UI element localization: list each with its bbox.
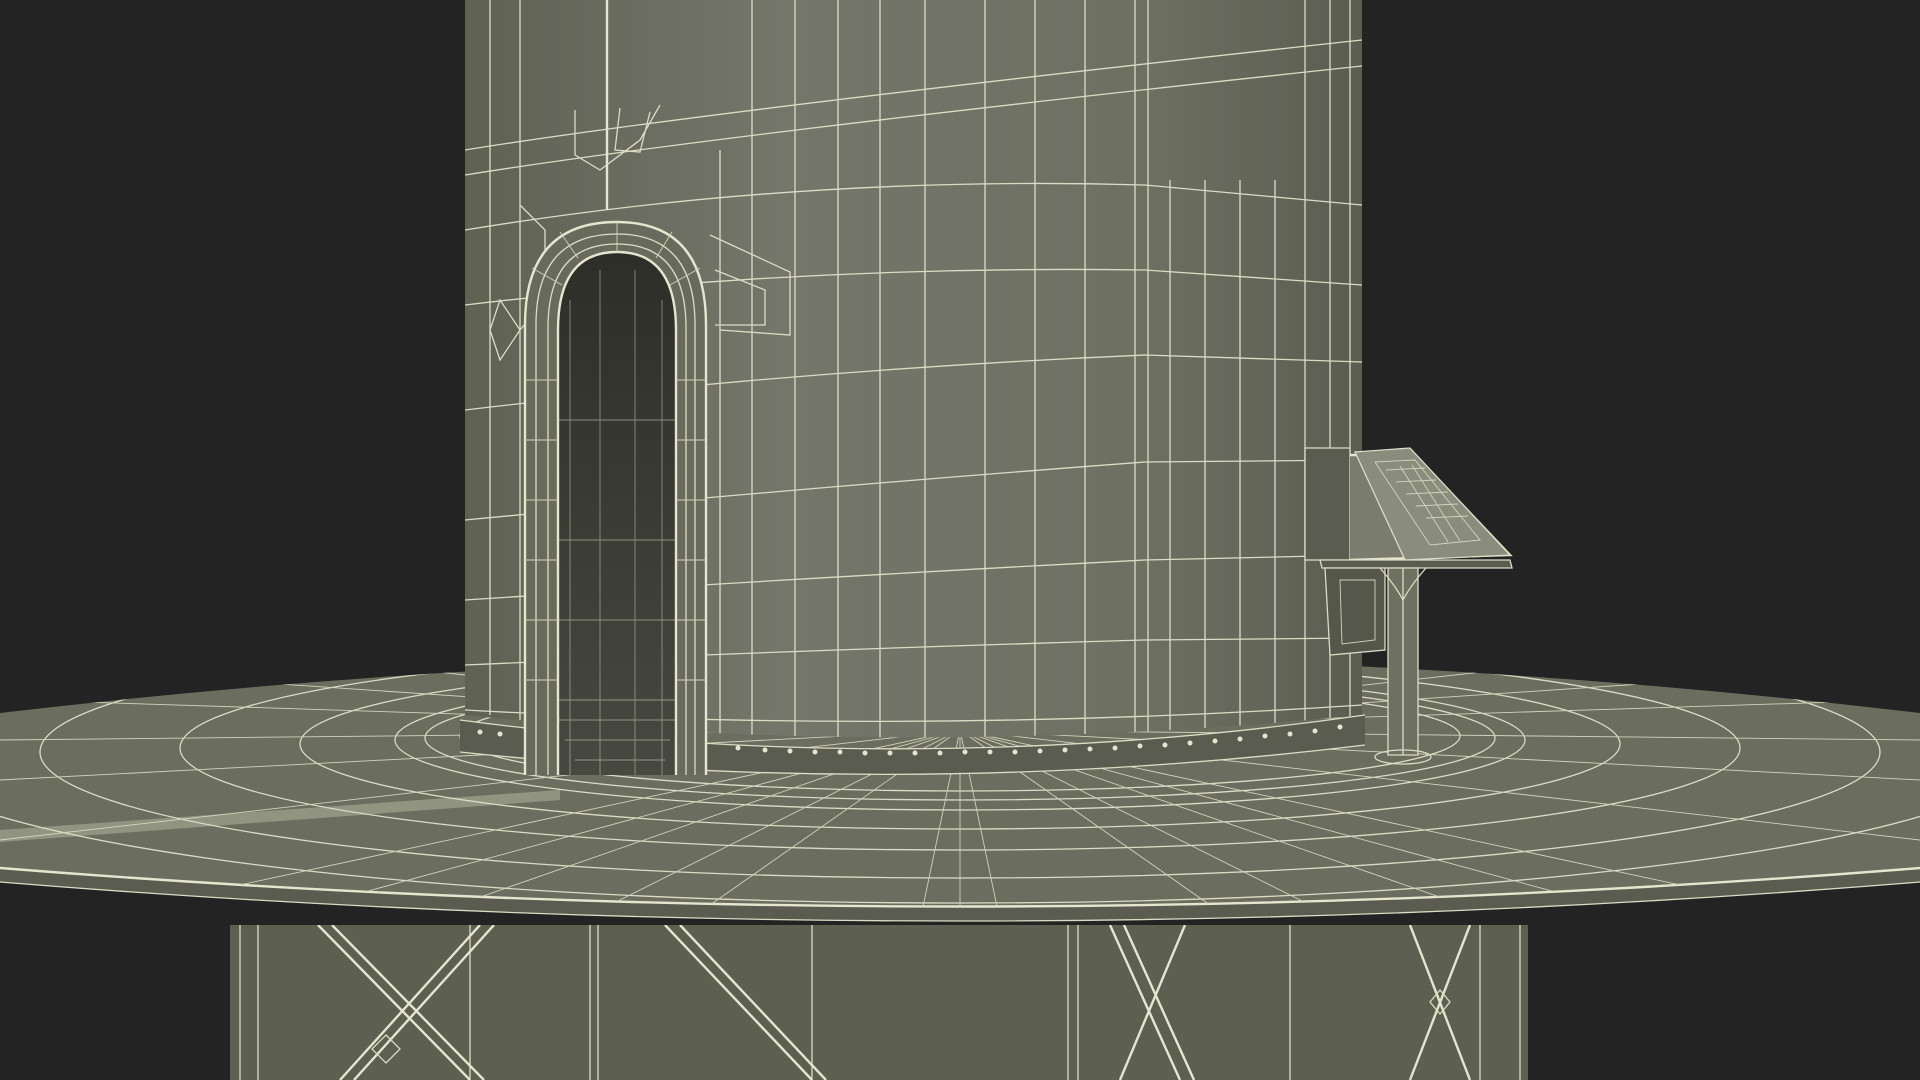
support-base [230,925,1528,1080]
arched-doorway [523,220,708,775]
wireframe-render [0,0,1920,1080]
